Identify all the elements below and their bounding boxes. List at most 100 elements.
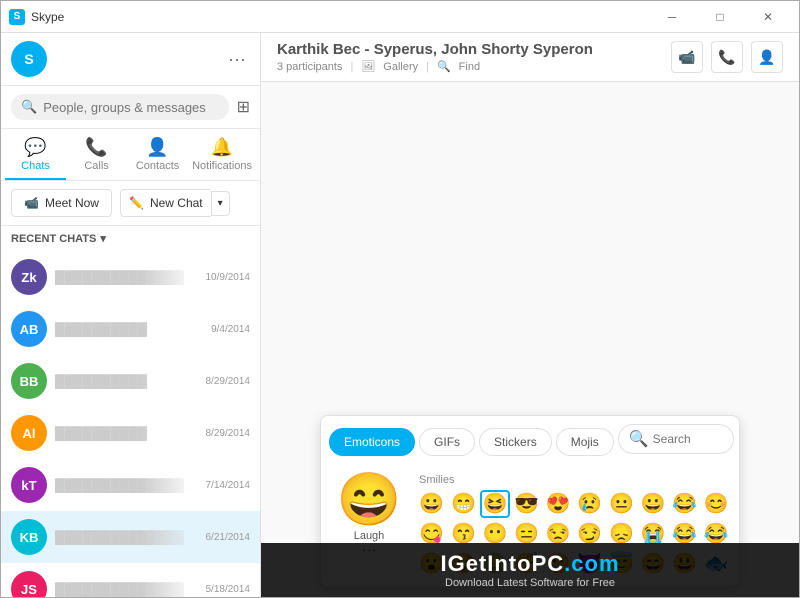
emoji-cell[interactable]: 😂 — [670, 490, 700, 518]
watermark-tagline: Download Latest Software for Free — [269, 577, 791, 589]
list-item[interactable]: KB ████████████████████ 6/21/2014 — [1, 511, 260, 563]
chat-name: ██████████ — [55, 374, 198, 389]
emoji-cell[interactable]: 😀 — [638, 490, 668, 518]
profile-button[interactable]: 👤 — [751, 41, 783, 73]
contacts-icon: 👤 — [146, 137, 168, 158]
voice-call-button[interactable]: 📞 — [711, 41, 743, 73]
meet-now-icon: 📹 — [24, 196, 39, 210]
avatar: JS — [11, 571, 47, 597]
avatar: BB — [11, 363, 47, 399]
tab-notifications[interactable]: 🔔 Notifications — [188, 129, 256, 180]
search-wrapper: 🔍 — [11, 94, 229, 120]
tab-contacts[interactable]: 👤 Contacts — [127, 129, 188, 180]
avatar: kT — [11, 467, 47, 503]
video-icon: 📹 — [678, 49, 695, 66]
gifs-tab[interactable]: GIFs — [419, 428, 475, 456]
profile-area: S ··· — [1, 33, 260, 86]
emoji-cell[interactable]: 😎 — [512, 490, 542, 518]
chat-info: ████████████████ — [55, 270, 198, 285]
chat-name: ██████████ — [55, 322, 203, 337]
sidebar: S ··· 🔍 ⊞ 💬 Chats 📞 — [1, 33, 261, 597]
emoticons-tab[interactable]: Emoticons — [329, 428, 415, 456]
search-icon: 🔍 — [21, 99, 37, 115]
search-area: 🔍 ⊞ — [1, 86, 260, 129]
stickers-tab[interactable]: Stickers — [479, 428, 552, 456]
notifications-icon: 🔔 — [211, 137, 233, 158]
main-layout: S ··· 🔍 ⊞ 💬 Chats 📞 — [1, 33, 799, 597]
phone-icon: 📞 — [718, 49, 735, 66]
list-item[interactable]: BB ██████████ 8/29/2014 — [1, 355, 260, 407]
list-item[interactable]: AB ██████████ 9/4/2014 — [1, 303, 260, 355]
find-label[interactable]: Find — [459, 61, 480, 73]
chat-header-actions: 📹 📞 👤 — [671, 41, 783, 73]
chat-name: ████████████████ — [55, 270, 198, 285]
chat-info: ██████████ — [55, 322, 203, 337]
emoji-cell[interactable]: 😊 — [701, 490, 731, 518]
new-chat-dropdown-button[interactable]: ▾ — [211, 191, 230, 216]
avatar[interactable]: S — [11, 41, 47, 77]
featured-emoji-icon: 😄 — [337, 474, 402, 526]
calls-icon: 📞 — [85, 137, 107, 158]
chats-icon: 💬 — [24, 137, 46, 158]
featured-emoji-label: Laugh — [354, 530, 385, 542]
emoji-cell[interactable]: 😍 — [543, 490, 573, 518]
chat-name: ████████████████ — [55, 478, 198, 493]
list-item[interactable]: kT ████████████████ 7/14/2014 — [1, 459, 260, 511]
window-title: Skype — [31, 10, 649, 24]
recent-chats-chevron[interactable]: ▾ — [100, 232, 106, 245]
emoji-cell[interactable]: 😐 — [607, 490, 637, 518]
new-chat-label: New Chat — [150, 196, 203, 210]
avatar: AB — [11, 311, 47, 347]
tab-contacts-label: Contacts — [136, 160, 179, 172]
avatar: KB — [11, 519, 47, 555]
emoji-search-icon: 🔍 — [629, 429, 649, 449]
emoji-cell[interactable]: 😆 — [480, 490, 510, 518]
chat-body: Emoticons GIFs Stickers Mojis 🔍 � — [261, 82, 799, 597]
chat-date: 7/14/2014 — [206, 480, 251, 491]
smilies-label: Smilies — [417, 474, 731, 486]
chat-name: ██████████ — [55, 426, 198, 441]
chat-info: ████████████████ — [55, 582, 198, 597]
close-button[interactable]: ✕ — [745, 2, 791, 32]
chat-name: ████████████████████ — [55, 530, 198, 545]
tab-chats-label: Chats — [21, 160, 50, 172]
list-item[interactable]: JS ████████████████ 5/18/2014 — [1, 563, 260, 597]
mojis-tab[interactable]: Mojis — [556, 428, 614, 456]
chat-header-name: Karthik Bec - Syperus, John Shorty Syper… — [277, 41, 671, 58]
tab-notifications-label: Notifications — [192, 160, 252, 172]
search-input[interactable] — [43, 100, 218, 115]
new-chat-group: ✏️ New Chat ▾ — [120, 189, 230, 217]
chat-header: Karthik Bec - Syperus, John Shorty Syper… — [261, 33, 799, 82]
emoji-cell[interactable]: 😁 — [449, 490, 479, 518]
watermark-brand: IGetIntoPC.com — [269, 551, 791, 577]
list-item[interactable]: Zk ████████████████ 10/9/2014 — [1, 251, 260, 303]
chat-date: 9/4/2014 — [211, 324, 250, 335]
chat-date: 8/29/2014 — [206, 376, 251, 387]
grid-icon[interactable]: ⊞ — [237, 97, 250, 117]
chat-info: ████████████████ — [55, 478, 198, 493]
chat-name: ████████████████ — [55, 582, 198, 597]
tab-calls[interactable]: 📞 Calls — [66, 129, 127, 180]
emoji-cell[interactable]: 😀 — [417, 490, 447, 518]
video-call-button[interactable]: 📹 — [671, 41, 703, 73]
new-chat-button[interactable]: ✏️ New Chat — [120, 189, 211, 217]
new-chat-icon: ✏️ — [129, 196, 144, 210]
tab-chats[interactable]: 💬 Chats — [5, 129, 66, 180]
list-item[interactable]: Al ██████████ 8/29/2014 — [1, 407, 260, 459]
avatar: Al — [11, 415, 47, 451]
title-bar: S Skype ─ □ ✕ — [1, 1, 799, 33]
meet-now-button[interactable]: 📹 Meet Now — [11, 189, 112, 217]
chat-list: Zk ████████████████ 10/9/2014 AB ███████… — [1, 251, 260, 597]
maximize-button[interactable]: □ — [697, 2, 743, 32]
more-options-button[interactable]: ··· — [224, 45, 250, 74]
recent-chats-header: RECENT CHATS ▾ — [1, 226, 260, 251]
minimize-button[interactable]: ─ — [649, 2, 695, 32]
content-area: Karthik Bec - Syperus, John Shorty Syper… — [261, 33, 799, 597]
gallery-icon: 🖼 — [361, 60, 375, 73]
emoji-search-input[interactable] — [653, 432, 723, 446]
find-icon: 🔍 — [437, 60, 451, 73]
emoji-cell[interactable]: 😢 — [575, 490, 605, 518]
gallery-label[interactable]: Gallery — [383, 61, 418, 73]
emoji-picker-tabs: Emoticons GIFs Stickers Mojis 🔍 — [321, 416, 739, 466]
profile-icon: 👤 — [758, 49, 775, 66]
